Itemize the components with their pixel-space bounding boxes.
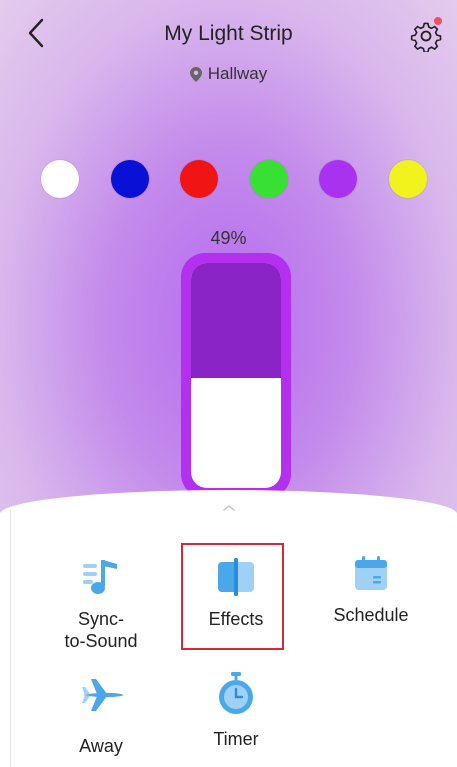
header: My Light Strip: [0, 0, 457, 60]
swatch-red[interactable]: [180, 160, 219, 198]
notification-dot: [434, 17, 442, 25]
swatch-yellow[interactable]: [388, 160, 427, 198]
settings-button[interactable]: [409, 17, 443, 54]
effects-label: Effects: [208, 609, 264, 629]
location-row: Hallway: [0, 64, 457, 84]
brightness-percent: 49%: [210, 228, 247, 248]
page-title: My Light Strip: [164, 22, 293, 45]
schedule-button[interactable]: Schedule: [316, 554, 426, 626]
swatch-purple[interactable]: [319, 160, 358, 198]
effects-icon: [216, 558, 256, 598]
swatch-green[interactable]: [249, 160, 288, 198]
swatch-white[interactable]: [41, 160, 79, 198]
airplane-icon: [81, 675, 124, 715]
slider-fill: [191, 263, 281, 378]
device-screen: My Light Strip Hallway 49% Sync- to-Soun…: [0, 0, 457, 767]
music-note-icon: [81, 558, 121, 598]
calendar-icon: [351, 554, 391, 594]
sync-label-1: Sync-: [77, 609, 124, 629]
timer-button[interactable]: Timer: [181, 672, 291, 750]
brightness-slider[interactable]: [181, 253, 291, 498]
timer-label: Timer: [213, 729, 259, 749]
away-button[interactable]: Away: [46, 675, 156, 757]
location-pin-icon: [189, 66, 202, 82]
sync-to-sound-button[interactable]: Sync- to-Sound: [46, 558, 156, 652]
slider-track: [191, 263, 281, 488]
sync-label-2: to-Sound: [64, 631, 138, 651]
chevron-up-icon: [222, 504, 235, 511]
schedule-label: Schedule: [333, 605, 409, 625]
swatch-blue[interactable]: [110, 160, 149, 198]
effects-button[interactable]: Effects: [181, 558, 291, 630]
panel-handle[interactable]: [0, 504, 457, 512]
stopwatch-icon: [216, 672, 256, 714]
color-swatches: [41, 160, 427, 198]
location-label: Hallway: [207, 64, 268, 83]
away-label: Away: [79, 736, 123, 756]
panel-edge-line: [10, 510, 11, 767]
